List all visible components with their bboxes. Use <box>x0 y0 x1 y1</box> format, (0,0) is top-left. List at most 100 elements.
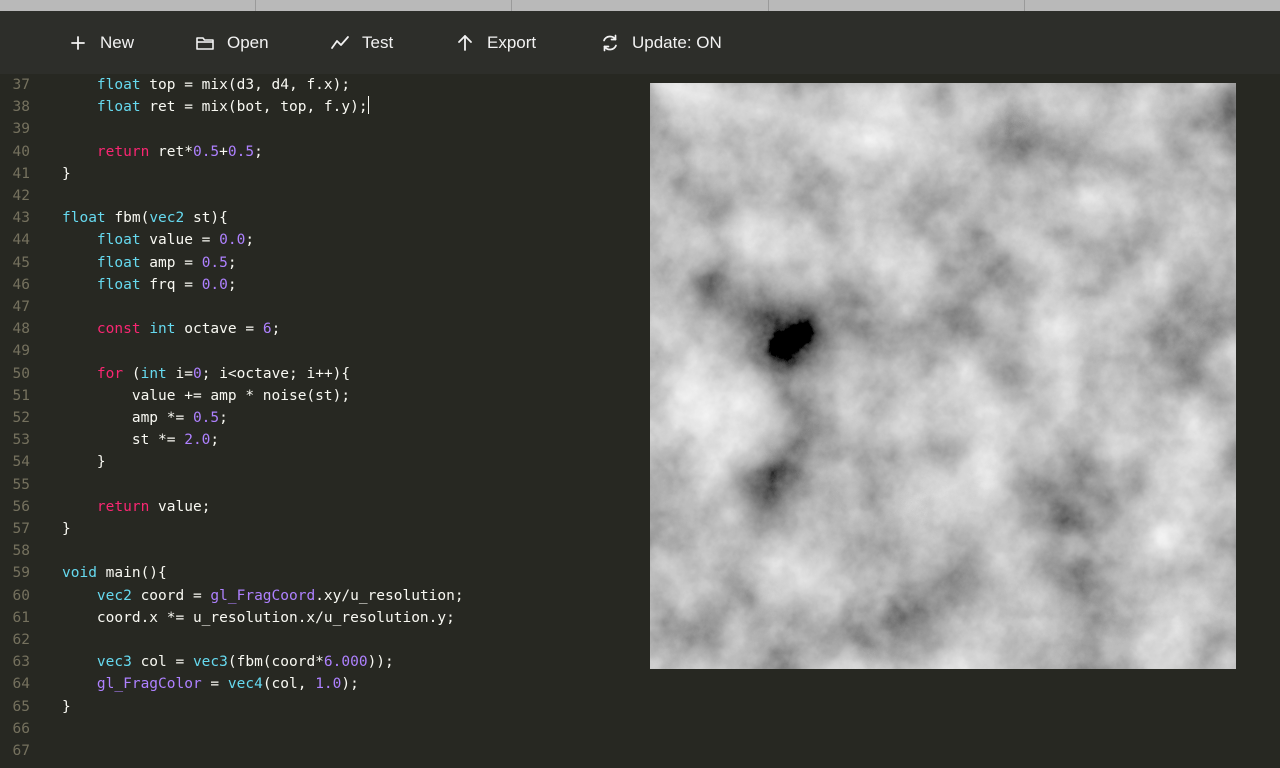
code-line[interactable]: 57} <box>0 518 640 540</box>
code-line[interactable]: 65} <box>0 696 640 718</box>
code-text[interactable]: st *= 2.0; <box>62 429 219 451</box>
code-line[interactable]: 53 st *= 2.0; <box>0 429 640 451</box>
update-label: Update: ON <box>632 32 722 52</box>
open-label: Open <box>227 32 269 52</box>
new-button[interactable]: New <box>68 11 134 74</box>
code-line[interactable]: 59 void main(){ <box>0 562 640 584</box>
update-toggle[interactable]: Update: ON <box>600 11 722 74</box>
open-button[interactable]: Open <box>195 11 269 74</box>
code-line[interactable]: 45 float amp = 0.5; <box>0 252 640 274</box>
code-token: main(){ <box>96 565 167 582</box>
code-line[interactable]: 41} <box>0 163 640 185</box>
code-token: 0.5 <box>192 143 220 160</box>
code-text[interactable]: } <box>62 451 106 473</box>
plus-icon <box>71 35 85 50</box>
code-text[interactable]: } <box>62 163 71 185</box>
browser-tab[interactable] <box>256 0 513 11</box>
code-line[interactable]: 43 float fbm(vec2 st){ <box>0 207 640 229</box>
code-line[interactable]: 44 float value = 0.0; <box>0 229 640 251</box>
code-text[interactable]: return ret*0.5+0.5; <box>62 141 263 163</box>
code-line[interactable]: 64 gl_FragColor = vec4(col, 1.0); <box>0 673 640 695</box>
code-line[interactable]: 40 return ret*0.5+0.5; <box>0 141 640 163</box>
line-number: 41 <box>12 165 30 182</box>
code-line[interactable]: 50 for (int i=0; i<octave; i++){ <box>0 363 640 385</box>
code-token: 0.5 <box>227 143 255 160</box>
shader-preview-canvas[interactable] <box>650 83 1236 669</box>
code-line[interactable]: 58 <box>0 540 640 562</box>
browser-tab[interactable] <box>0 0 257 11</box>
test-button[interactable]: Test <box>330 11 393 74</box>
arrow-up-icon <box>458 34 472 51</box>
code-text[interactable]: return value; <box>62 496 211 518</box>
code-line[interactable]: 48 const int octave = 6; <box>0 318 640 340</box>
code-text[interactable]: float value = 0.0; <box>62 229 254 251</box>
code-text[interactable]: float top = mix(d3, d4, f.x); <box>62 74 350 96</box>
code-line[interactable]: 38 float ret = mix(bot, top, f.y); <box>0 96 640 118</box>
code-token: 0.0 <box>201 276 228 293</box>
code-line[interactable]: 55 <box>0 474 640 496</box>
code-token: void <box>62 565 97 582</box>
code-token: (col, <box>262 676 316 693</box>
code-text[interactable]: coord.x *= u_resolution.x/u_resolution.y… <box>62 607 455 629</box>
code-line[interactable]: 54 } <box>0 451 640 473</box>
code-line[interactable]: 42 <box>0 185 640 207</box>
line-number: 67 <box>12 743 30 759</box>
line-number: 40 <box>12 143 30 160</box>
line-number: 38 <box>12 99 30 116</box>
code-text[interactable]: amp *= 0.5; <box>62 407 228 429</box>
code-text[interactable]: gl_FragColor = vec4(col, 1.0); <box>62 673 359 695</box>
code-text[interactable]: } <box>62 696 71 718</box>
refresh-icon <box>603 34 617 51</box>
browser-tab[interactable] <box>769 0 1025 11</box>
browser-tab[interactable] <box>1025 0 1280 11</box>
line-number: 54 <box>12 454 30 471</box>
code-token: value += amp * noise(st); <box>62 387 351 404</box>
code-line[interactable]: 62 <box>0 629 640 651</box>
code-editor[interactable]: 37 float top = mix(d3, d4, f.x); 38 float… <box>0 74 640 768</box>
code-text[interactable]: value += amp * noise(st); <box>62 385 350 407</box>
code-line[interactable]: 39 <box>0 118 640 140</box>
code-line[interactable]: 63 vec3 col = vec3(fbm(coord*6.000)); <box>0 651 640 673</box>
code-text[interactable]: float amp = 0.5; <box>62 252 237 274</box>
code-line[interactable]: 66 <box>0 718 640 740</box>
code-line[interactable]: 51 value += amp * noise(st); <box>0 385 640 407</box>
code-text[interactable]: float frq = 0.0; <box>62 274 237 296</box>
export-button[interactable]: Export <box>455 11 536 74</box>
code-text[interactable]: float ret = mix(bot, top, f.y); <box>62 96 369 118</box>
code-token: int <box>140 365 167 382</box>
code-text[interactable]: } <box>62 518 71 540</box>
code-token: float <box>96 232 141 249</box>
code-token: float <box>96 276 141 293</box>
code-token: ( <box>123 365 141 382</box>
code-line[interactable]: 49 <box>0 340 640 362</box>
code-line[interactable]: 37 float top = mix(d3, d4, f.x); <box>0 74 640 96</box>
test-label: Test <box>362 32 394 52</box>
code-line[interactable]: 60 vec2 coord = gl_FragCoord.xy/u_resolu… <box>0 585 640 607</box>
line-number: 58 <box>12 543 30 560</box>
code-text[interactable]: vec3 col = vec3(fbm(coord*6.000)); <box>62 651 394 673</box>
line-number: 44 <box>12 232 30 249</box>
line-number: 52 <box>12 410 30 426</box>
code-line[interactable]: 61 coord.x *= u_resolution.x/u_resolutio… <box>0 607 640 629</box>
code-token: gl_FragColor <box>96 676 202 693</box>
code-text[interactable]: vec2 coord = gl_FragCoord.xy/u_resolutio… <box>62 585 464 607</box>
code-line[interactable]: 67 <box>0 740 640 762</box>
code-token: i= <box>166 365 193 382</box>
line-number: 57 <box>12 521 30 537</box>
code-text[interactable]: for (int i=0; i<octave; i++){ <box>62 363 350 385</box>
browser-tab[interactable] <box>512 0 769 11</box>
line-number: 53 <box>12 432 30 449</box>
code-token: ; i<octave; i++){ <box>201 365 351 382</box>
code-line[interactable]: 56 return value; <box>0 496 640 518</box>
code-token: vec4 <box>227 676 263 693</box>
code-line[interactable]: 47 <box>0 296 640 318</box>
line-number: 65 <box>12 698 30 715</box>
code-text[interactable]: const int octave = 6; <box>62 318 280 340</box>
code-text[interactable]: void main(){ <box>62 562 167 584</box>
line-number: 66 <box>12 720 30 737</box>
code-text[interactable]: float fbm(vec2 st){ <box>62 207 228 229</box>
code-token: } <box>62 521 71 537</box>
code-line[interactable]: 46 float frq = 0.0; <box>0 274 640 296</box>
code-line[interactable]: 52 amp *= 0.5; <box>0 407 640 429</box>
